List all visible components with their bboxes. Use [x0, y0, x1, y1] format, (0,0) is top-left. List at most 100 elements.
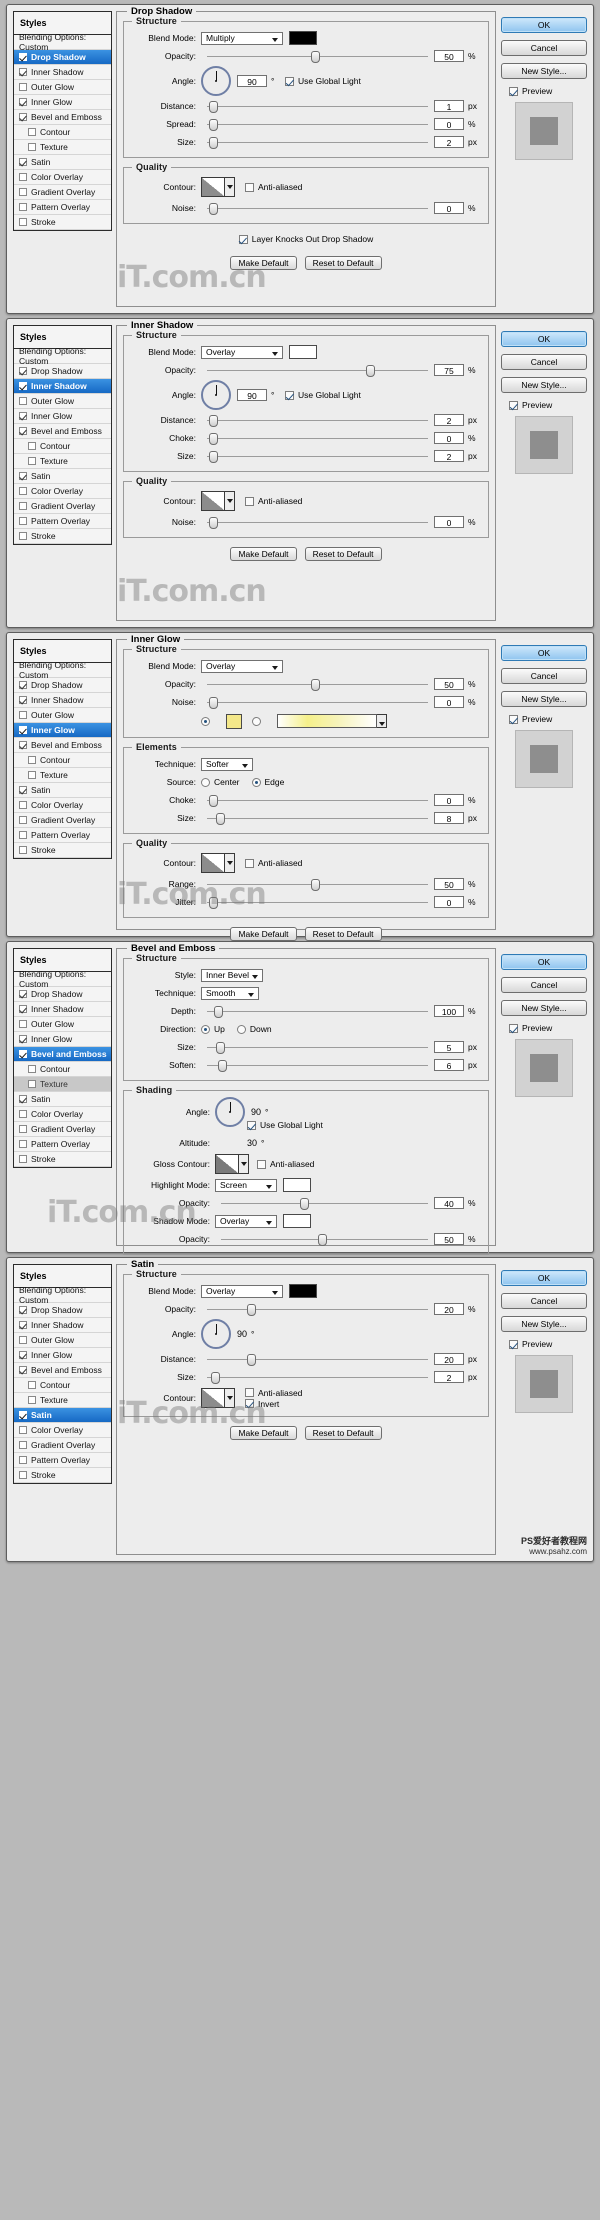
fill-type-gradient-radio[interactable] [252, 716, 265, 726]
slider-track[interactable] [207, 118, 428, 131]
sidebar-item-stroke[interactable]: Stroke [14, 1152, 111, 1167]
make-default-button[interactable]: Make Default [230, 547, 297, 561]
highlight-mode-select[interactable]: Screen [215, 1178, 277, 1192]
sidebar-item-blending-options[interactable]: Blending Options: Custom [14, 346, 111, 366]
gradient-dropdown-arrow[interactable] [377, 714, 387, 728]
sidebar-item-contour[interactable]: Contour [14, 439, 111, 454]
style-checkbox[interactable] [19, 1351, 27, 1359]
style-checkbox[interactable] [19, 990, 27, 998]
style-checkbox[interactable] [28, 1381, 36, 1389]
sidebar-item-bevel-and-emboss[interactable]: Bevel and Emboss [14, 1363, 111, 1378]
slider-knob[interactable] [318, 1234, 328, 1246]
style-checkbox[interactable] [19, 53, 27, 61]
gradient-preview[interactable] [277, 714, 377, 728]
style-checkbox[interactable] [19, 1020, 27, 1028]
direction-up-radio[interactable]: Up [201, 1024, 225, 1034]
noise-input[interactable]: 0 [434, 202, 464, 214]
style-checkbox[interactable] [28, 128, 36, 136]
angle-dial[interactable] [201, 66, 231, 96]
style-checkbox[interactable] [19, 113, 27, 121]
layer-knocks-out-checkbox[interactable]: Layer Knocks Out Drop Shadow [238, 234, 373, 244]
preview-checkbox[interactable] [509, 400, 518, 410]
sidebar-item-drop-shadow[interactable]: Drop Shadow [14, 987, 111, 1002]
sidebar-item-satin[interactable]: Satin [14, 1092, 111, 1107]
bevel-style-select[interactable]: Inner Bevel [201, 968, 263, 982]
slider-track[interactable] [207, 1005, 428, 1018]
make-default-button[interactable]: Make Default [230, 927, 297, 941]
slider-track[interactable] [207, 812, 428, 825]
style-checkbox[interactable] [19, 831, 27, 839]
sidebar-item-contour[interactable]: Contour [14, 1062, 111, 1077]
opacity-input[interactable]: 50 [434, 678, 464, 690]
slider-track[interactable] [207, 516, 428, 529]
style-checkbox[interactable] [19, 846, 27, 854]
distance-input[interactable]: 1 [434, 100, 464, 112]
contour-picker[interactable] [201, 177, 235, 197]
noise-input[interactable]: 0 [434, 516, 464, 528]
slider-track[interactable] [207, 136, 428, 149]
style-checkbox[interactable] [19, 158, 27, 166]
sidebar-item-drop-shadow[interactable]: Drop Shadow [14, 364, 111, 379]
style-checkbox[interactable] [19, 681, 27, 689]
sidebar-item-texture[interactable]: Texture [14, 140, 111, 155]
cancel-button[interactable]: Cancel [501, 668, 587, 684]
angle-dial[interactable] [201, 1319, 231, 1349]
shadow-color-swatch[interactable] [283, 1214, 311, 1228]
slider-knob[interactable] [209, 795, 219, 807]
jitter-input[interactable]: 0 [434, 896, 464, 908]
sidebar-item-inner-shadow[interactable]: Inner Shadow [14, 379, 111, 394]
sidebar-item-blending-options[interactable]: Blending Options: Custom [14, 969, 111, 989]
anti-aliased-checkbox[interactable]: Anti-aliased [245, 1388, 302, 1398]
slider-knob[interactable] [209, 119, 219, 131]
style-checkbox[interactable] [19, 517, 27, 525]
angle-input[interactable]: 90 [237, 75, 267, 87]
slider-knob[interactable] [209, 203, 219, 215]
sidebar-item-color-overlay[interactable]: Color Overlay [14, 1423, 111, 1438]
ok-button[interactable]: OK [501, 1270, 587, 1286]
style-checkbox[interactable] [28, 771, 36, 779]
source-edge-radio[interactable]: Edge [251, 777, 284, 787]
style-checkbox[interactable] [19, 1155, 27, 1163]
style-checkbox[interactable] [19, 367, 27, 375]
style-checkbox[interactable] [19, 472, 27, 480]
noise-input[interactable]: 0 [434, 696, 464, 708]
style-checkbox[interactable] [28, 756, 36, 764]
sidebar-item-contour[interactable]: Contour [14, 125, 111, 140]
sidebar-item-outer-glow[interactable]: Outer Glow [14, 1017, 111, 1032]
slider-track[interactable] [207, 364, 428, 377]
contour-picker[interactable] [201, 491, 235, 511]
preview-toggle[interactable]: Preview [509, 1339, 587, 1349]
preview-checkbox[interactable] [509, 1023, 518, 1033]
sidebar-item-outer-glow[interactable]: Outer Glow [14, 80, 111, 95]
style-checkbox[interactable] [19, 1426, 27, 1434]
angle-input[interactable]: 90 [237, 389, 267, 401]
sidebar-item-outer-glow[interactable]: Outer Glow [14, 394, 111, 409]
style-checkbox[interactable] [19, 397, 27, 405]
sidebar-item-stroke[interactable]: Stroke [14, 529, 111, 544]
sidebar-item-texture[interactable]: Texture [14, 768, 111, 783]
technique-select[interactable]: Softer [201, 757, 253, 771]
contour-dropdown-arrow[interactable] [239, 1154, 249, 1174]
style-checkbox[interactable] [19, 696, 27, 704]
sidebar-item-blending-options[interactable]: Blending Options: Custom [14, 660, 111, 680]
use-global-light-checkbox[interactable]: Use Global Light [285, 390, 361, 400]
slider-knob[interactable] [310, 51, 320, 63]
sidebar-item-drop-shadow[interactable]: Drop Shadow [14, 678, 111, 693]
sidebar-item-satin[interactable]: Satin [14, 1408, 111, 1423]
style-checkbox[interactable] [19, 502, 27, 510]
sidebar-item-stroke[interactable]: Stroke [14, 215, 111, 230]
slider-knob[interactable] [310, 879, 320, 891]
style-checkbox[interactable] [19, 816, 27, 824]
depth-input[interactable]: 100 [434, 1005, 464, 1017]
slider-track[interactable] [207, 896, 428, 909]
range-input[interactable]: 50 [434, 878, 464, 890]
size-input[interactable]: 2 [434, 136, 464, 148]
new-style-button[interactable]: New Style... [501, 377, 587, 393]
contour-dropdown-arrow[interactable] [225, 1388, 235, 1408]
style-checkbox[interactable] [19, 711, 27, 719]
sidebar-item-stroke[interactable]: Stroke [14, 1468, 111, 1483]
reset-to-default-button[interactable]: Reset to Default [304, 1426, 382, 1440]
distance-input[interactable]: 20 [434, 1353, 464, 1365]
preview-toggle[interactable]: Preview [509, 714, 587, 724]
sidebar-item-inner-glow[interactable]: Inner Glow [14, 723, 111, 738]
